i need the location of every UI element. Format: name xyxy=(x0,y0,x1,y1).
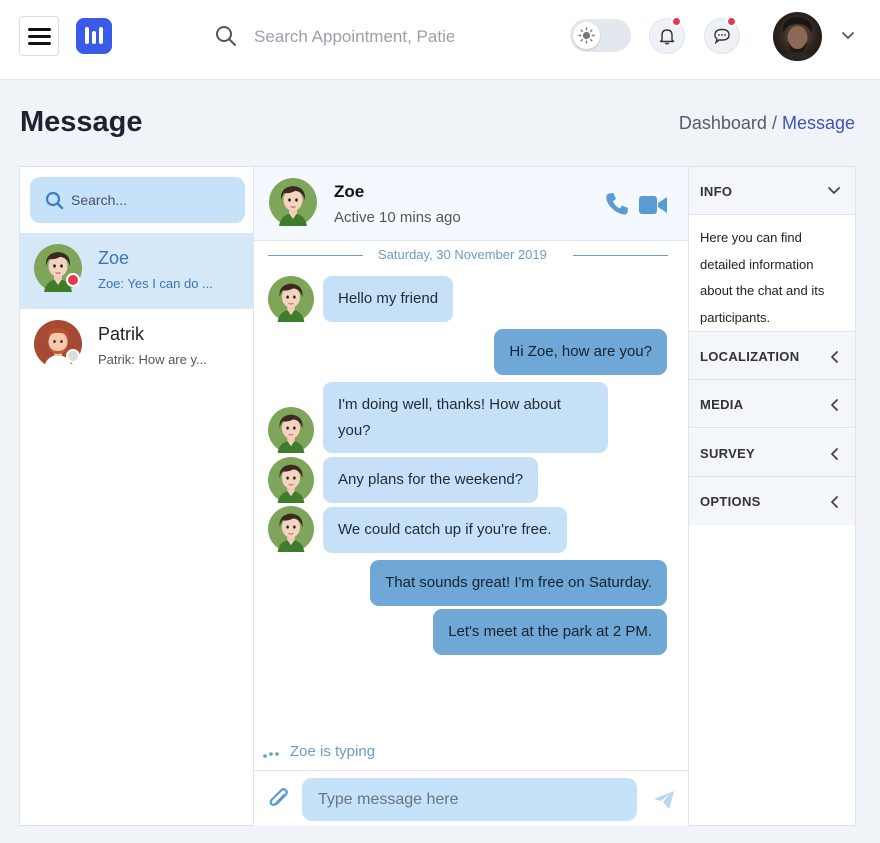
accordion-info-body: Here you can find detailed information a… xyxy=(689,215,855,332)
message-bubble-outgoing: That sounds great! I'm free on Saturday. xyxy=(370,560,667,606)
accordion-label: SURVEY xyxy=(700,446,756,461)
search-icon xyxy=(216,26,236,46)
date-divider: Saturday, 30 November 2019 xyxy=(268,247,668,265)
typing-dots-icon xyxy=(263,752,279,758)
contact-search-input[interactable] xyxy=(71,190,231,210)
info-panel: INFO Here you can find detailed informat… xyxy=(688,166,856,826)
app-logo[interactable] xyxy=(76,18,112,54)
chevron-left-icon xyxy=(831,351,838,363)
message-bubble-outgoing: Hi Zoe, how are you? xyxy=(494,329,667,375)
search-icon xyxy=(45,191,64,210)
typing-indicator: Zoe is typing xyxy=(290,743,376,760)
contact-item-patrik[interactable]: Patrik Patrik: How are y... xyxy=(20,309,253,385)
accordion-label: LOCALIZATION xyxy=(700,349,800,364)
date-divider-text: Saturday, 30 November 2019 xyxy=(378,247,547,262)
breadcrumb-current: Message xyxy=(781,113,855,133)
message-bubble-incoming: Hello my friend xyxy=(323,276,454,322)
global-search-input[interactable] xyxy=(254,24,454,50)
chevron-down-icon xyxy=(828,187,840,194)
accordion-label: MEDIA xyxy=(700,397,744,412)
accordion-localization[interactable]: LOCALIZATION xyxy=(689,332,855,380)
contacts-panel: Zoe Zoe: Yes I can do ... Patrik Patrik:… xyxy=(19,166,254,826)
accordion-info[interactable]: INFO xyxy=(689,167,855,215)
message-badge xyxy=(726,16,737,27)
status-indicator xyxy=(66,349,80,363)
accordion-label: INFO xyxy=(700,184,733,199)
video-camera-icon[interactable] xyxy=(638,194,668,216)
chat-panel: Zoe Active 10 mins ago Saturday, 30 Nove… xyxy=(253,166,689,826)
chat-header: Zoe Active 10 mins ago xyxy=(254,167,688,241)
chevron-down-icon[interactable] xyxy=(840,29,856,43)
messages-button[interactable] xyxy=(704,16,740,54)
chat-bubble-icon xyxy=(714,28,730,45)
accordion-survey[interactable]: SURVEY xyxy=(689,429,855,477)
user-avatar[interactable] xyxy=(773,12,822,61)
phone-icon[interactable] xyxy=(604,191,630,217)
top-bar xyxy=(0,0,880,80)
accordion-options[interactable]: OPTIONS xyxy=(689,477,855,525)
message-bubble-incoming: We could catch up if you're free. xyxy=(323,507,567,553)
menu-icon[interactable] xyxy=(19,16,59,56)
sun-icon xyxy=(573,22,600,49)
contact-item-zoe[interactable]: Zoe Zoe: Yes I can do ... xyxy=(20,233,253,309)
message-bubble-outgoing: Let's meet at the park at 2 PM. xyxy=(433,609,667,655)
chat-contact-name: Zoe xyxy=(334,182,365,201)
message-bubble-incoming: Any plans for the weekend? xyxy=(323,457,539,503)
breadcrumb-dashboard-link[interactable]: Dashboard xyxy=(679,113,767,133)
chat-contact-status: Active 10 mins ago xyxy=(334,209,461,226)
avatar xyxy=(268,276,314,322)
chevron-left-icon xyxy=(831,448,838,460)
message-text: you? xyxy=(338,422,371,439)
notifications-button[interactable] xyxy=(649,16,685,54)
status-indicator xyxy=(66,273,80,287)
message-text: I'm doing well, thanks! How about xyxy=(338,396,561,413)
chevron-left-icon xyxy=(831,496,838,508)
avatar xyxy=(268,407,314,453)
contact-name: Zoe xyxy=(98,248,130,268)
avatar xyxy=(268,457,314,503)
bell-icon xyxy=(659,29,675,45)
message-bubble-incoming: I'm doing well, thanks! How about you? xyxy=(323,382,608,453)
contact-preview: Patrik: How are y... xyxy=(98,352,207,367)
accordion-label: OPTIONS xyxy=(700,494,761,509)
theme-toggle[interactable] xyxy=(570,19,631,52)
breadcrumb-separator: / xyxy=(771,113,782,133)
accordion-media[interactable]: MEDIA xyxy=(689,380,855,428)
notification-badge xyxy=(671,16,682,27)
message-composer xyxy=(254,770,688,826)
breadcrumb: Dashboard / Message xyxy=(679,113,855,134)
contact-name: Patrik xyxy=(98,324,145,344)
message-input[interactable] xyxy=(302,778,637,821)
contact-preview: Zoe: Yes I can do ... xyxy=(98,276,213,291)
page-title: Message xyxy=(20,106,143,138)
contact-search[interactable] xyxy=(30,177,245,223)
info-description: Here you can find detailed information a… xyxy=(700,230,825,325)
avatar xyxy=(268,506,314,552)
avatar xyxy=(269,178,317,226)
paperclip-icon[interactable] xyxy=(267,786,291,812)
chevron-left-icon xyxy=(831,399,838,411)
send-icon[interactable] xyxy=(652,789,676,811)
